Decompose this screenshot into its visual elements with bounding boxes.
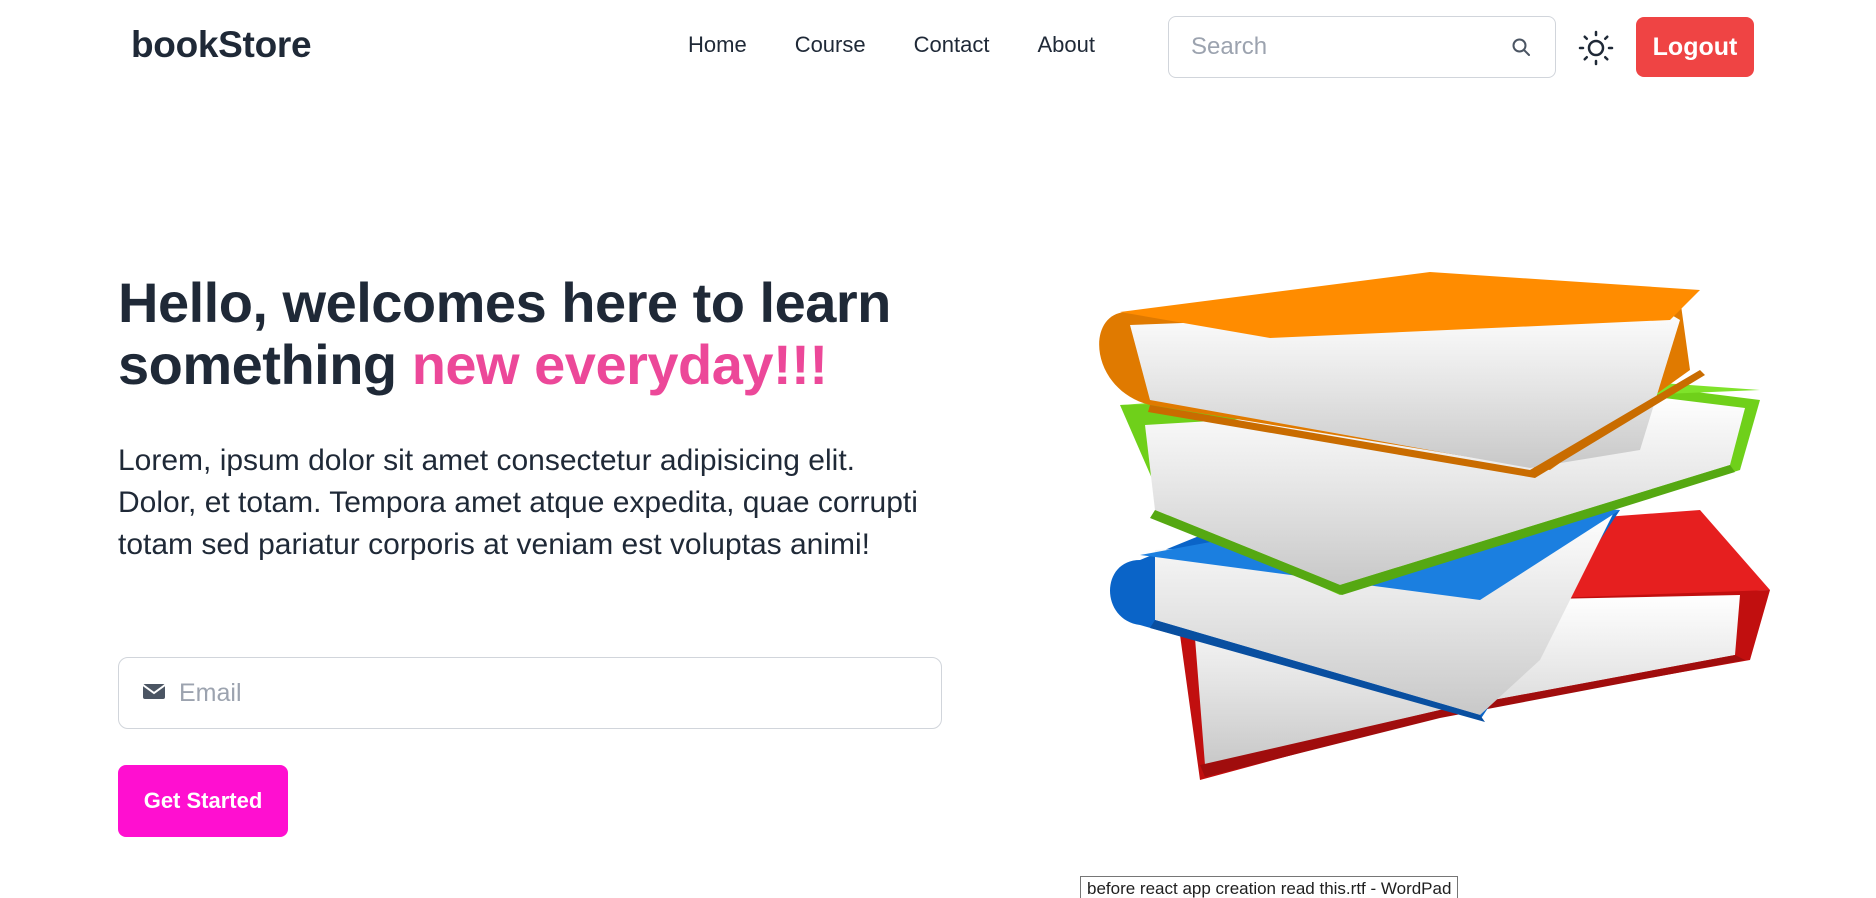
mail-icon (142, 682, 166, 705)
email-box (118, 657, 942, 729)
nav-link-course[interactable]: Course (795, 32, 866, 58)
email-input[interactable] (179, 678, 917, 708)
book-stack-illustration (1080, 260, 1780, 800)
nav-link-contact[interactable]: Contact (914, 32, 990, 58)
navbar: bookStore Home Course Contact About Sear… (0, 0, 1876, 95)
nav-link-about[interactable]: About (1037, 32, 1095, 58)
brand-logo[interactable]: bookStore (131, 24, 312, 66)
search-box (1168, 16, 1556, 78)
get-started-button[interactable]: Get Started (118, 765, 288, 837)
search-icon[interactable] (1509, 35, 1533, 59)
nav-links: Home Course Contact About (688, 32, 1095, 58)
sun-icon[interactable] (1576, 28, 1616, 68)
logout-button[interactable]: Logout (1636, 17, 1754, 77)
taskbar-tooltip: before react app creation read this.rtf … (1080, 876, 1459, 898)
hero-title: Hello, welcomes here to learn something … (118, 272, 978, 396)
hero-title-accent: new everyday!!! (411, 333, 828, 396)
search-input[interactable] (1191, 33, 1509, 61)
hero-description: Lorem, ipsum dolor sit amet consectetur … (118, 444, 918, 561)
nav-link-home[interactable]: Home (688, 32, 747, 58)
